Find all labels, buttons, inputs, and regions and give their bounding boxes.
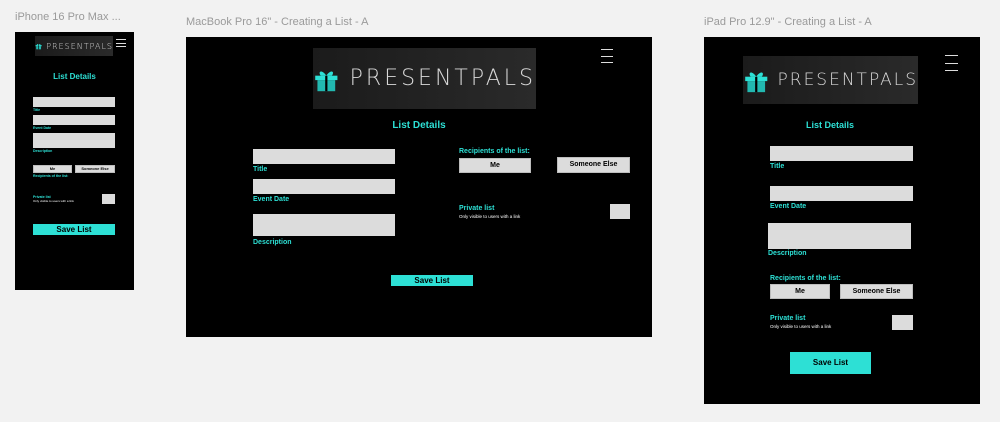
private-list-checkbox[interactable] xyxy=(102,194,115,204)
menu-icon[interactable] xyxy=(116,39,126,47)
logo: PRESENTPALS xyxy=(743,56,918,104)
private-list-label: Private list xyxy=(770,315,806,322)
recipients-label: Recipients of the list: xyxy=(770,275,841,282)
logo: PRESENTPALS xyxy=(313,48,536,109)
description-label: Description xyxy=(253,239,292,246)
title-label: Title xyxy=(253,166,268,173)
someone-else-button[interactable]: Someone Else xyxy=(75,165,115,173)
gift-icon xyxy=(35,43,42,50)
description-label: Description xyxy=(33,149,53,153)
someone-else-button[interactable]: Someone Else xyxy=(557,157,630,173)
private-list-checkbox[interactable] xyxy=(892,315,913,330)
menu-icon[interactable] xyxy=(945,55,958,71)
description-input[interactable] xyxy=(33,133,115,148)
menu-icon[interactable] xyxy=(601,49,613,63)
frame-label-iphone[interactable]: iPhone 16 Pro Max ... xyxy=(15,11,121,23)
event-date-input[interactable] xyxy=(253,179,395,194)
me-button[interactable]: Me xyxy=(770,284,830,299)
logo-text: PRESENTPALS xyxy=(777,70,918,90)
frame-iphone[interactable]: PRESENTPALS List Details Title Event Dat… xyxy=(15,32,134,290)
page-title: List Details xyxy=(805,120,854,130)
recipients-label: Recipients of the list: xyxy=(459,148,530,155)
logo-text: PRESENTPALS xyxy=(46,41,113,51)
event-date-label: Event Date xyxy=(33,126,52,130)
title-label: Title xyxy=(33,108,41,112)
title-input[interactable] xyxy=(253,149,395,164)
description-label: Description xyxy=(768,250,807,257)
save-list-button[interactable]: Save List xyxy=(33,224,115,235)
event-date-input[interactable] xyxy=(770,186,913,201)
event-date-label: Event Date xyxy=(253,196,290,203)
me-button[interactable]: Me xyxy=(459,158,531,173)
frame-ipad[interactable]: PRESENTPALS List Details Title Event Dat… xyxy=(704,37,980,404)
frame-label-macbook[interactable]: MacBook Pro 16" - Creating a List - A xyxy=(186,16,368,28)
save-list-button[interactable]: Save List xyxy=(790,352,871,374)
event-date-label: Event Date xyxy=(770,203,807,210)
page-title: List Details xyxy=(392,120,446,131)
save-list-button[interactable]: Save List xyxy=(391,275,473,286)
private-list-checkbox[interactable] xyxy=(610,204,630,219)
recipients-label: Recipients of the list: xyxy=(33,174,69,178)
frame-macbook[interactable]: PRESENTPALS List Details Title Event Dat… xyxy=(186,37,652,337)
description-input[interactable] xyxy=(768,223,911,249)
logo-text: PRESENTPALS xyxy=(349,66,536,91)
private-list-label: Private list xyxy=(459,205,495,212)
private-list-sub: Only visible to users with a link xyxy=(459,214,521,219)
gift-icon xyxy=(745,72,768,93)
private-list-sub: Only visible to users with a link xyxy=(33,199,74,203)
someone-else-button[interactable]: Someone Else xyxy=(840,284,913,299)
logo: PRESENTPALS xyxy=(35,36,113,56)
description-input[interactable] xyxy=(253,214,395,236)
frame-label-ipad[interactable]: iPad Pro 12.9" - Creating a List - A xyxy=(704,16,872,28)
title-input[interactable] xyxy=(770,146,913,161)
gift-icon xyxy=(315,70,338,91)
event-date-input[interactable] xyxy=(33,115,115,125)
private-list-sub: Only visible to users with a link xyxy=(770,324,832,329)
title-input[interactable] xyxy=(33,97,115,107)
me-button[interactable]: Me xyxy=(33,165,72,173)
title-label: Title xyxy=(770,163,785,170)
page-title: List Details xyxy=(53,72,96,81)
